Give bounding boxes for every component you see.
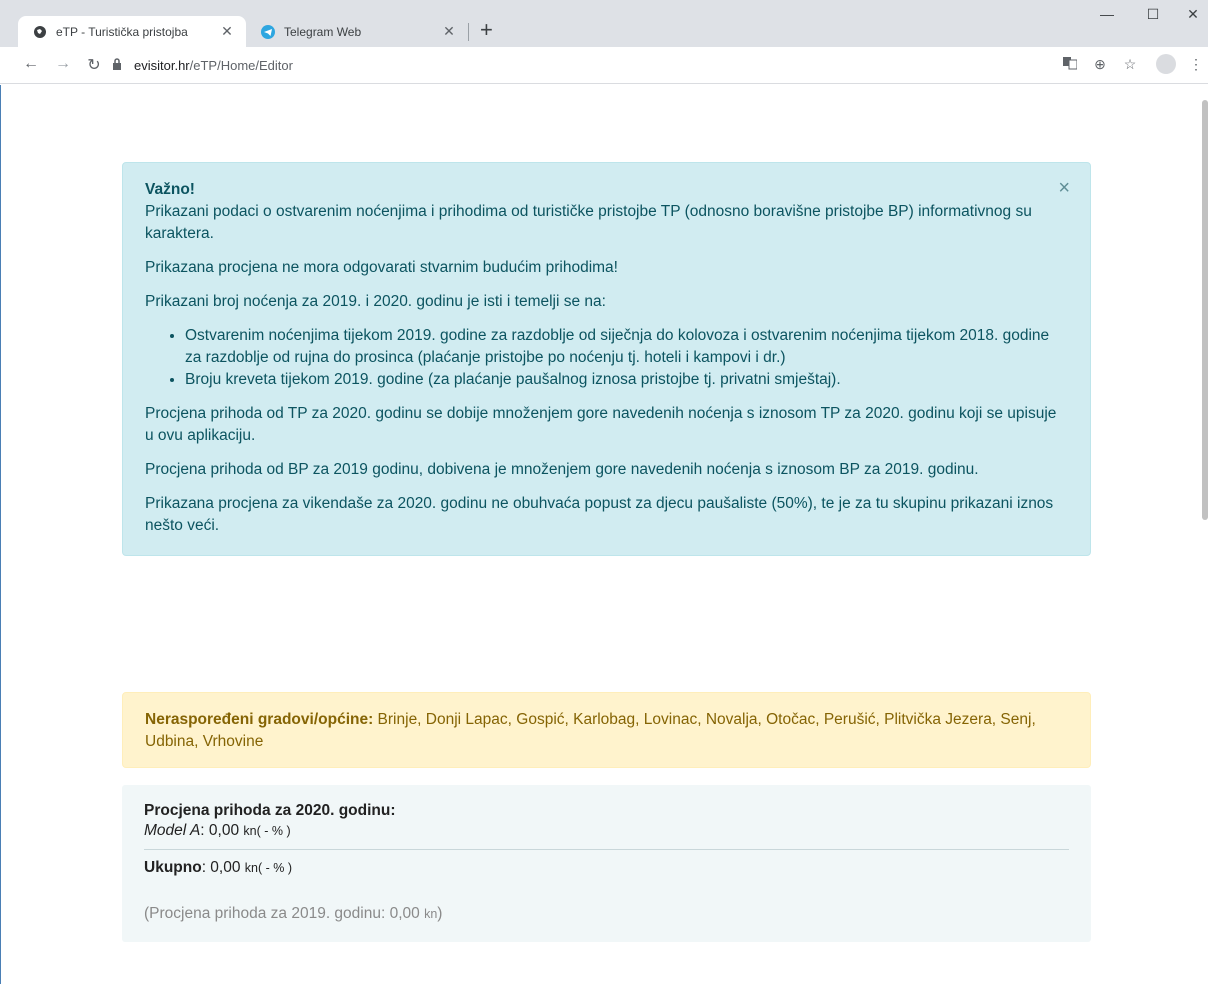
reload-button[interactable]: ↻: [83, 55, 105, 75]
model-value: : 0,00: [200, 822, 244, 839]
total-value: : 0,00: [201, 859, 245, 876]
page-viewport: × Važno! Prikazani podaci o ostvarenim n…: [0, 85, 1208, 984]
url-host: evisitor.hr: [134, 58, 190, 73]
warning-label: Neraspoređeni gradovi/općine:: [145, 711, 374, 728]
alert-paragraph: Prikazani podaci o ostvarenim noćenjima …: [145, 203, 1032, 242]
translate-icon[interactable]: [1060, 56, 1080, 73]
alert-title: Važno!: [145, 181, 195, 198]
previous-estimate-text: (Procjena prihoda za 2019. godinu: 0,00: [144, 905, 425, 922]
lock-icon: [112, 58, 126, 73]
browser-tabstrip: eTP - Turistička pristojba ✕ Telegram We…: [0, 0, 1208, 47]
total-label: Ukupno: [144, 859, 202, 876]
tab-title: eTP - Turistička pristojba: [56, 24, 188, 39]
model-a-row: Model A: 0,00 kn( - % ): [144, 821, 1069, 841]
forward-button[interactable]: →: [52, 55, 74, 73]
currency: kn: [243, 824, 257, 838]
info-alert: × Važno! Prikazani podaci o ostvarenim n…: [122, 162, 1091, 556]
revenue-summary: Procjena prihoda za 2020. godinu: Model …: [122, 785, 1091, 942]
alert-list: Ostvarenim noćenjima tijekom 2019. godin…: [145, 325, 1068, 391]
globe-icon: [32, 24, 48, 40]
total-row: Ukupno: 0,00 kn( - % ): [144, 858, 1069, 878]
alert-paragraph: Procjena prihoda od BP za 2019 godinu, d…: [145, 461, 979, 478]
alert-paragraph: Prikazana procjena za vikendaše za 2020.…: [145, 495, 1054, 534]
close-window-button[interactable]: ✕: [1170, 6, 1208, 23]
list-item: Ostvarenim noćenjima tijekom 2019. godin…: [185, 325, 1068, 369]
percent: ( - % ): [257, 861, 293, 875]
alert-paragraph: Procjena prihoda od TP za 2020. godinu s…: [145, 405, 1057, 444]
url-path: /eTP/Home/Editor: [189, 58, 293, 73]
zoom-icon[interactable]: ⊕: [1090, 56, 1110, 73]
tab-telegram[interactable]: Telegram Web ✕: [246, 16, 468, 47]
close-tab-icon[interactable]: ✕: [440, 23, 458, 40]
menu-dots-icon[interactable]: ⋮: [1186, 56, 1206, 73]
close-icon[interactable]: ×: [1058, 177, 1070, 199]
alert-paragraph: Prikazana procjena ne mora odgovarati st…: [145, 259, 618, 276]
tab-etp[interactable]: eTP - Turistička pristojba ✕: [18, 16, 246, 47]
minimize-button[interactable]: —: [1084, 6, 1130, 22]
previous-estimate-close: ): [437, 905, 443, 922]
new-tab-button[interactable]: +: [480, 19, 493, 41]
percent: ( - % ): [256, 824, 291, 838]
address-bar[interactable]: evisitor.hr/eTP/Home/Editor: [112, 52, 1112, 79]
divider: [144, 849, 1069, 850]
tab-separator: [468, 23, 469, 41]
list-item: Broju kreveta tijekom 2019. godine (za p…: [185, 369, 1068, 391]
alert-paragraph: Prikazani broj noćenja za 2019. i 2020. …: [145, 293, 606, 310]
profile-avatar-icon[interactable]: [1156, 54, 1176, 74]
bookmark-star-icon[interactable]: ☆: [1120, 56, 1140, 73]
currency: kn: [244, 861, 258, 875]
model-label: Model A: [144, 822, 201, 839]
browser-toolbar: ← → ↻ evisitor.hr/eTP/Home/Editor ⊕ ☆ ⋮: [0, 47, 1208, 84]
currency: kn: [424, 907, 438, 921]
telegram-icon: [260, 24, 276, 40]
scrollbar[interactable]: [1202, 100, 1208, 520]
warning-alert: Neraspoređeni gradovi/općine: Brinje, Do…: [122, 692, 1091, 768]
back-button[interactable]: ←: [20, 55, 42, 73]
summary-title: Procjena prihoda za 2020. godinu:: [144, 802, 396, 819]
previous-estimate: (Procjena prihoda za 2019. godinu: 0,00 …: [144, 904, 1069, 924]
close-tab-icon[interactable]: ✕: [218, 23, 236, 40]
tab-title: Telegram Web: [284, 24, 362, 39]
